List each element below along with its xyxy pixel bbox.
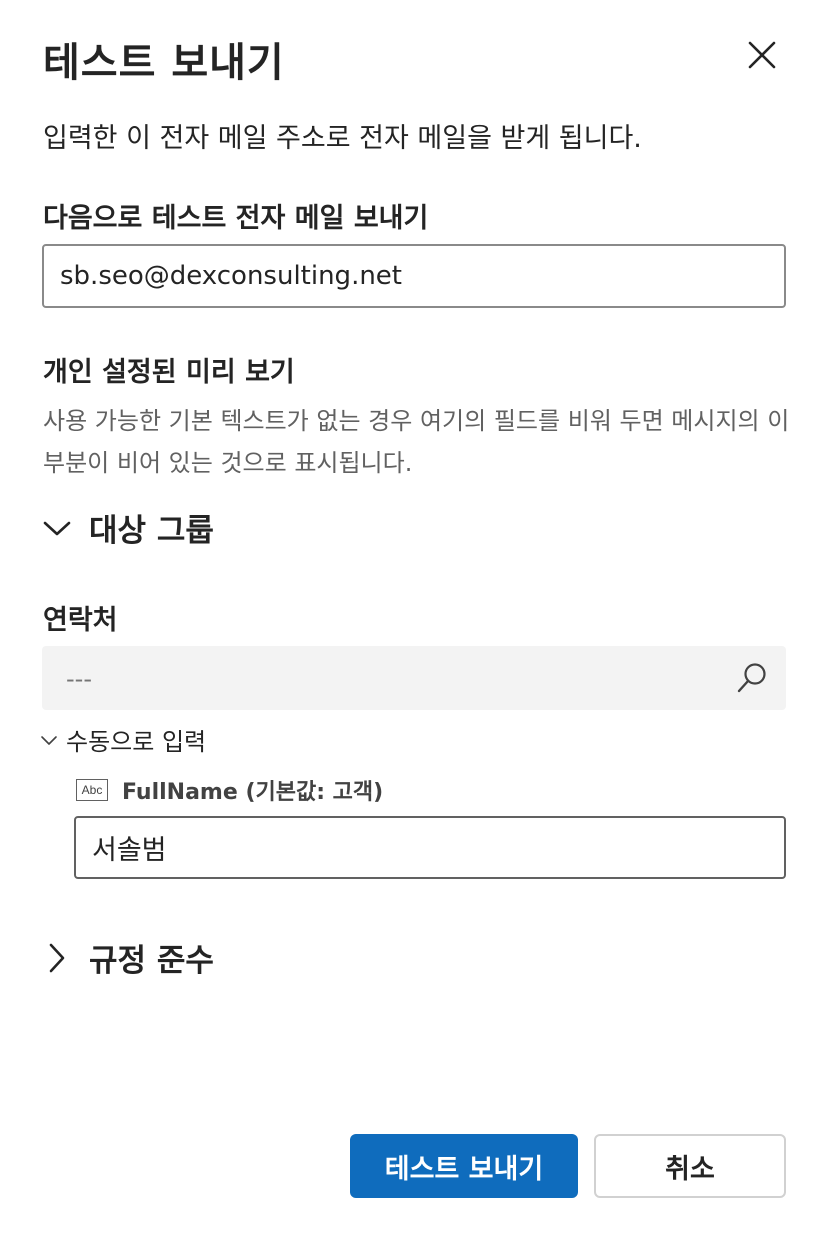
audience-section-toggle[interactable]: 대상 그룹 [43, 505, 214, 550]
preview-label: 개인 설정된 미리 보기 [43, 357, 295, 388]
contact-label: 연락처 [43, 605, 118, 636]
text-field-icon: Abc [76, 779, 108, 801]
email-label: 다음으로 테스트 전자 메일 보내기 [43, 203, 429, 234]
compliance-section-title: 규정 준수 [89, 943, 214, 979]
send-test-button[interactable]: 테스트 보내기 [350, 1134, 578, 1198]
compliance-section-toggle[interactable]: 규정 준수 [43, 935, 214, 980]
fullname-field[interactable] [74, 816, 786, 879]
chevron-down-small-icon [41, 735, 57, 745]
field-name-label: FullName (기본값: 고객) [122, 780, 384, 805]
chevron-down-icon [43, 521, 71, 535]
personalization-field-row: Abc FullName (기본값: 고객) [76, 774, 383, 806]
cancel-button[interactable]: 취소 [594, 1134, 786, 1198]
audience-section-title: 대상 그룹 [89, 513, 214, 549]
manual-entry-toggle[interactable]: 수동으로 입력 [40, 722, 206, 757]
contact-search-input[interactable] [64, 660, 708, 698]
close-button[interactable] [743, 36, 781, 74]
chevron-right-icon [49, 943, 65, 972]
close-icon [748, 41, 776, 69]
dialog-description: 입력한 이 전자 메일 주소로 전자 메일을 받게 됩니다. [43, 123, 642, 154]
contact-search [42, 646, 786, 710]
dialog-title: 테스트 보내기 [43, 40, 285, 86]
manual-entry-label: 수동으로 입력 [66, 728, 207, 756]
search-icon[interactable] [734, 660, 770, 696]
preview-help-text: 사용 가능한 기본 텍스트가 없는 경우 여기의 필드를 비워 두면 메시지의 … [43, 407, 790, 477]
email-field[interactable] [42, 244, 786, 308]
